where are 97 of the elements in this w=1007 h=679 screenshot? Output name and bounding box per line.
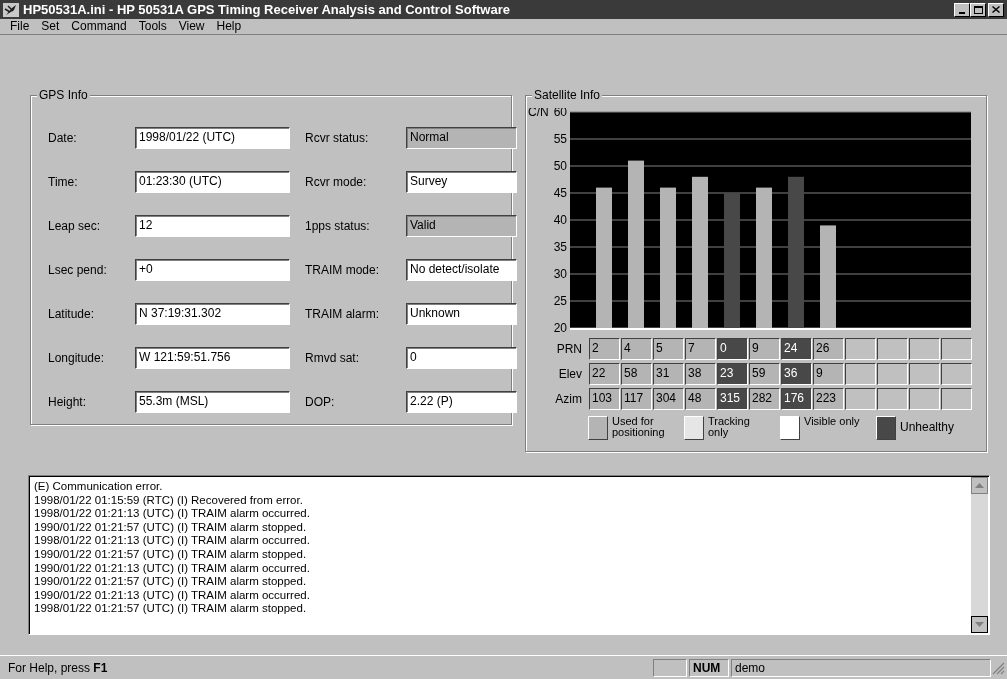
field-label: Rmvd sat: [305, 350, 360, 366]
table-cell: 31 [653, 363, 684, 385]
axis-tick-label: 25 [553, 294, 567, 308]
table-cell: 22 [589, 363, 620, 385]
table-cell: 59 [749, 363, 780, 385]
value-field[interactable]: Survey [406, 171, 517, 193]
table-cell: 9 [749, 338, 780, 360]
table-cell: 282 [749, 388, 780, 410]
legend-label: Used for positioning [612, 416, 666, 438]
table-cell: 103 [589, 388, 620, 410]
table-cell: 315 [717, 388, 748, 410]
log-line: 1990/01/22 01:21:57 (UTC) (I) TRAIM alarm stopped. [34, 575, 308, 589]
table-cell: 9 [813, 363, 844, 385]
field-label: Rcvr status: [305, 130, 370, 146]
axis-tick-label: 45 [553, 186, 567, 200]
field-label: TRAIM alarm: [305, 306, 380, 322]
status-text: For Help, press F1 [8, 660, 109, 676]
log-line: 1998/01/22 01:21:13 (UTC) (I) TRAIM alarm occurred. [34, 507, 311, 521]
log-line: 1990/01/22 01:21:13 (UTC) (I) TRAIM alarm occurred. [34, 588, 311, 603]
value-field[interactable]: W 121:59:51.756 [135, 347, 290, 369]
row-label: Azim [554, 391, 583, 408]
value-field[interactable]: 2.22 (P) [406, 391, 517, 413]
table-cell: 58 [621, 363, 652, 385]
legend-label: Visible only [804, 416, 861, 427]
value-field[interactable]: 0 [406, 347, 517, 369]
table-cell: 117 [621, 388, 652, 410]
value-field[interactable]: +0 [135, 259, 290, 281]
log-line: 1998/01/22 01:21:13 (UTC) (I) TRAIM alarm occurred. [34, 534, 311, 548]
table-cell: 176 [781, 388, 812, 410]
axis-tick-label: 40 [553, 213, 567, 227]
log-line: (E) Communication error. [34, 480, 164, 494]
field-label: Date: [48, 130, 78, 146]
log-line: 1990/01/22 01:21:13 (UTC) (I) TRAIM alarm occurred. [34, 561, 311, 576]
status-pane: demo [731, 659, 991, 677]
field-label: Lsec pend: [48, 262, 108, 278]
table-cell: 48 [685, 388, 716, 410]
legend-label: Tracking only [708, 416, 751, 438]
axis-tick-label: 35 [553, 240, 567, 254]
table-cell: 4 [621, 338, 652, 360]
field-label: Longitude: [48, 350, 106, 366]
field-label: TRAIM mode: [305, 262, 380, 278]
window-title: HP50531A.ini - HP 50531A GPS Timing Receiver Analysis and Control Software [23, 1, 511, 18]
field-label: Leap sec: [48, 218, 102, 234]
table-cell: 36 [781, 363, 812, 385]
legend-label: Unhealthy [900, 419, 956, 436]
value-field[interactable]: Unknown [406, 303, 517, 325]
axis-tick-label: 20 [553, 321, 567, 332]
value-field[interactable]: N 37:19:31.302 [135, 303, 290, 325]
field-label: Latitude: [48, 306, 96, 322]
maximize-icon [973, 5, 983, 14]
maximize-button[interactable] [970, 2, 986, 17]
log-line: 1998/01/22 01:15:59 (RTC) (I) Recovered from error. [34, 493, 304, 508]
value-field[interactable]: No detect/isolate [406, 259, 517, 281]
axis-tick-label: 55 [553, 132, 567, 146]
close-icon [992, 6, 1000, 13]
field-label: 1pps status: [305, 218, 371, 234]
minimize-icon [959, 11, 965, 14]
table-cell: 7 [685, 338, 716, 360]
table-cell: 304 [653, 388, 684, 410]
field-label: DOP: [305, 394, 336, 410]
value-field[interactable]: 01:23:30 (UTC) [135, 171, 290, 193]
axis-title: C/N [528, 108, 549, 119]
table-cell: 5 [653, 338, 684, 360]
table-cell: 26 [813, 338, 844, 360]
resize-grip-icon[interactable] [991, 661, 1005, 675]
log-line: 1990/01/22 01:21:57 (UTC) (I) TRAIM alarm stopped. [34, 520, 308, 535]
row-label: PRN [555, 341, 583, 358]
value-field[interactable]: 12 [135, 215, 290, 237]
log-line: 1990/01/22 01:21:57 (UTC) (I) TRAIM alarm stopped. [34, 547, 308, 562]
close-button[interactable] [988, 2, 1004, 17]
field-label: Time: [48, 174, 79, 190]
log-line: 1998/01/22 01:21:57 (UTC) (I) TRAIM alarm stopped. [34, 602, 308, 616]
scrollbar[interactable] [971, 477, 988, 633]
table-cell: 23 [717, 363, 748, 385]
minimize-button[interactable] [954, 2, 970, 17]
table-cell: 223 [813, 388, 844, 410]
axis-tick-label: 60 [553, 108, 567, 119]
satellite-icon [3, 2, 19, 17]
table-cell: 2 [589, 338, 620, 360]
menu-item[interactable]: Help [210, 19, 248, 34]
table-cell: 0 [717, 338, 748, 360]
menu-item[interactable]: Command [65, 19, 133, 34]
status-pane: NUM [689, 659, 729, 677]
field-label: Rcvr mode: [305, 174, 368, 190]
value-field[interactable]: 1998/01/22 (UTC) [135, 127, 290, 149]
menu-item[interactable]: Tools [132, 19, 173, 34]
menu-item[interactable]: View [172, 19, 211, 34]
value-field[interactable]: 55.3m (MSL) [135, 391, 290, 413]
menu-item[interactable]: File [4, 19, 36, 34]
menu-item[interactable]: Set [35, 19, 66, 34]
table-cell: 24 [781, 338, 812, 360]
axis-tick-label: 50 [553, 159, 567, 173]
status-pane [653, 659, 687, 677]
table-cell: 38 [685, 363, 716, 385]
axis-tick-label: 30 [553, 267, 567, 281]
row-label: Elev [557, 366, 583, 383]
field-label: Height: [48, 394, 88, 410]
